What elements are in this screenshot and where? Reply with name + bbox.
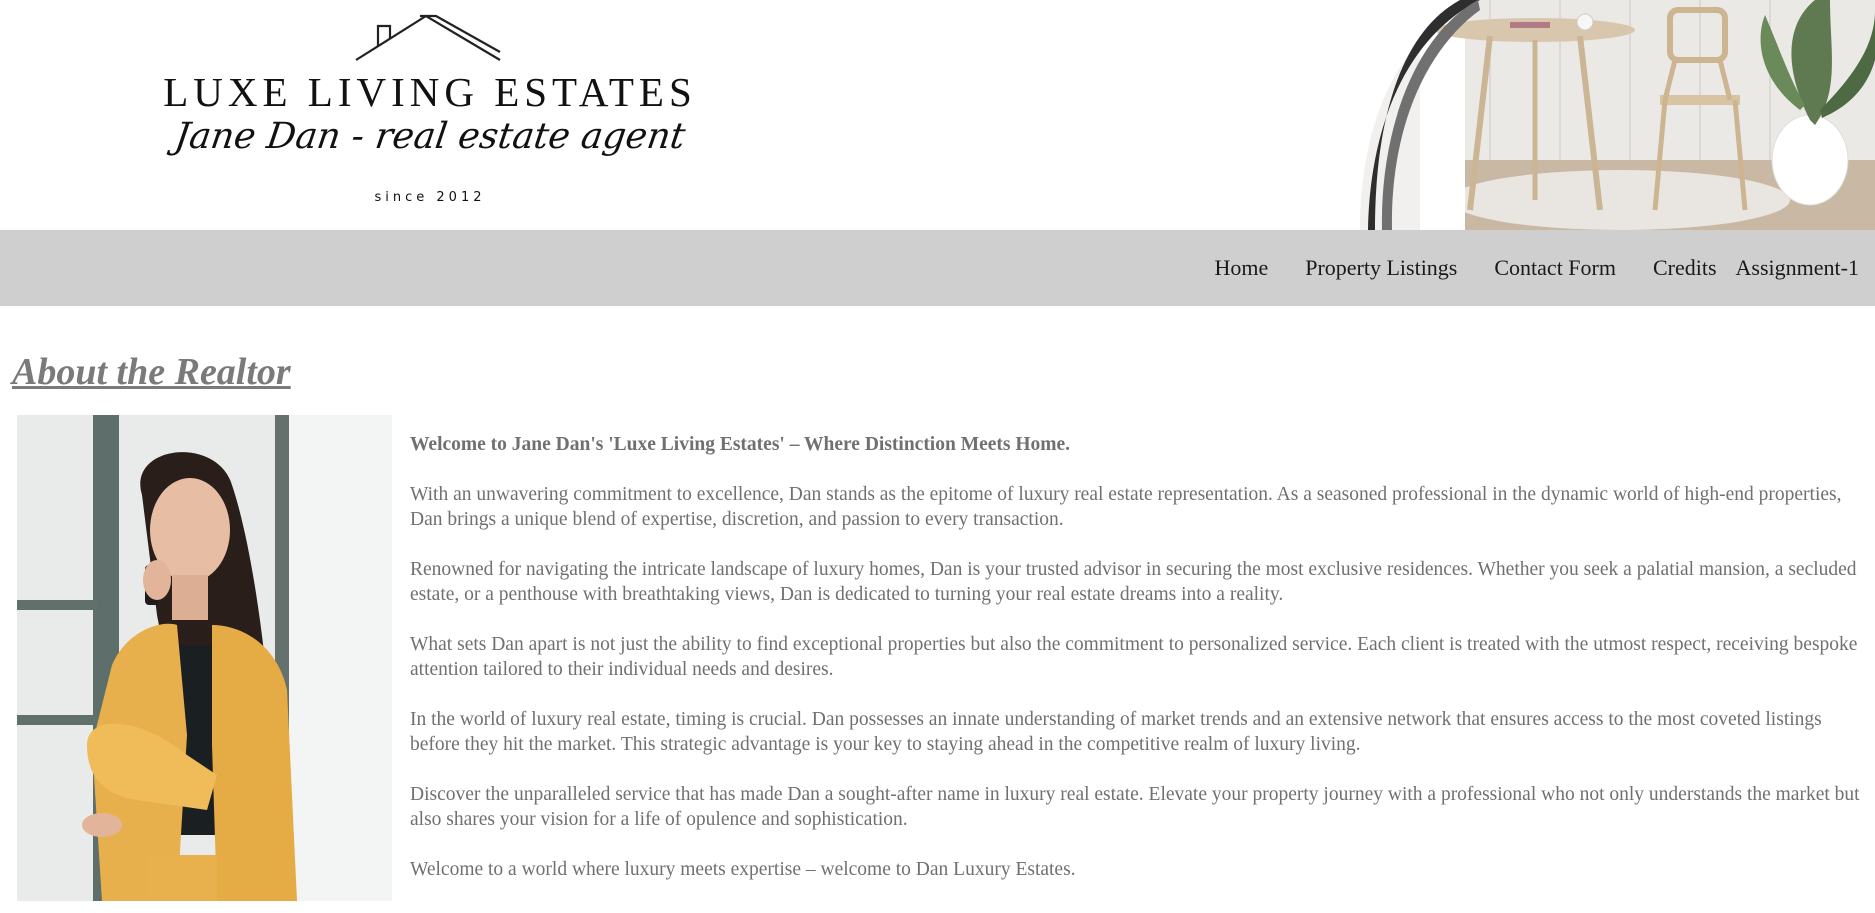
site-header: LUXE LIVING ESTATES Jane Dan - real esta… — [0, 0, 1875, 230]
about-paragraph: Discover the unparalleled service that h… — [410, 784, 1860, 830]
about-paragraph: Renowned for navigating the intricate la… — [410, 559, 1857, 605]
nav-assignment-1[interactable]: Assignment-1 — [1736, 255, 1859, 281]
nav-contact-form[interactable]: Contact Form — [1494, 255, 1616, 281]
about-paragraph: In the world of luxury real estate, timi… — [410, 709, 1822, 755]
house-roof-icon — [355, 14, 501, 61]
about-lead: Welcome to Jane Dan's 'Luxe Living Estat… — [410, 434, 1071, 455]
about-paragraph: Welcome to a world where luxury meets ex… — [410, 859, 1076, 880]
brand-since: since 2012 — [374, 190, 486, 205]
brand-tagline: Jane Dan - real estate agent — [172, 116, 688, 157]
hero-interior-image — [1360, 0, 1875, 230]
nav-credits[interactable]: Credits — [1653, 255, 1717, 281]
main-nav: Home Property Listings Contact Form Cred… — [0, 230, 1875, 306]
brand-logo[interactable]: LUXE LIVING ESTATES Jane Dan - real esta… — [150, 0, 710, 222]
about-paragraph: What sets Dan apart is not just the abil… — [410, 634, 1858, 680]
about-paragraph: With an unwavering commitment to excelle… — [410, 484, 1842, 530]
about-text: Welcome to Jane Dan's 'Luxe Living Estat… — [410, 432, 1865, 907]
brand-name: LUXE LIVING ESTATES — [163, 69, 697, 115]
nav-property-listings[interactable]: Property Listings — [1305, 255, 1457, 281]
page-title: About the Realtor — [12, 351, 291, 393]
nav-home[interactable]: Home — [1214, 255, 1268, 281]
realtor-portrait — [17, 415, 392, 901]
